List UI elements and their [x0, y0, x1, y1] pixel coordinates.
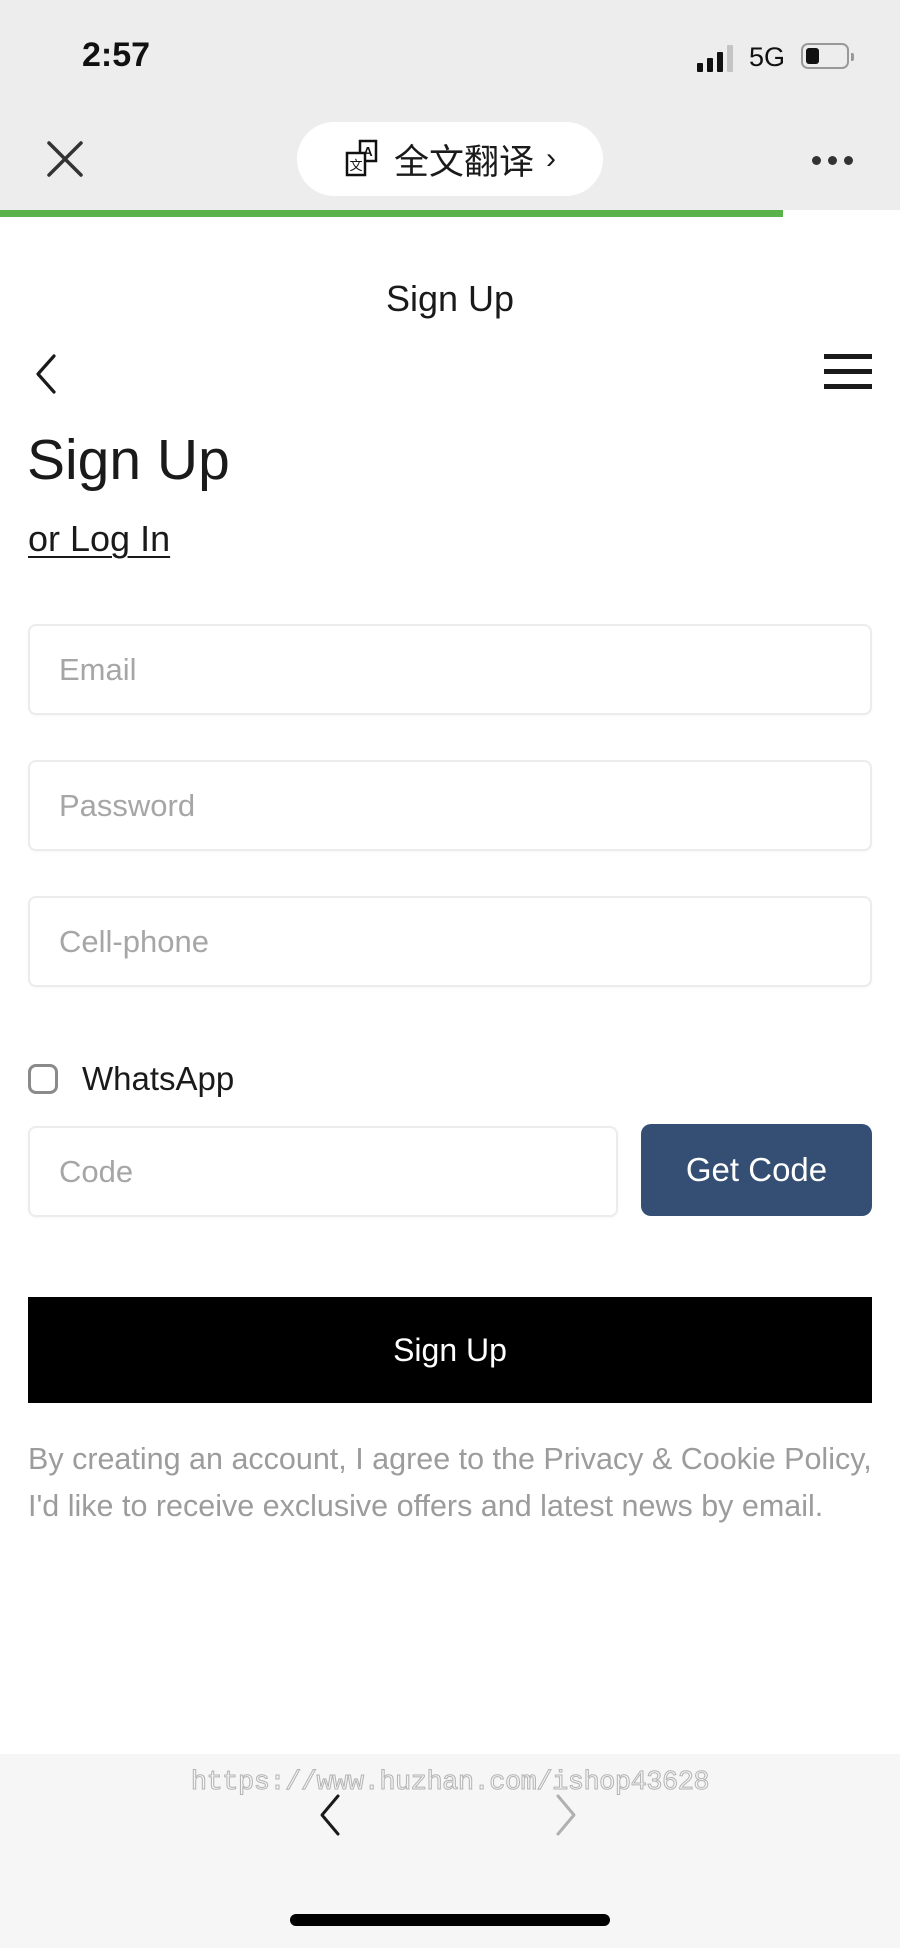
battery-icon — [801, 43, 854, 69]
close-button[interactable] — [42, 136, 88, 182]
chevron-left-icon — [36, 354, 56, 394]
more-dot-icon — [844, 155, 853, 165]
cellphone-input[interactable] — [30, 898, 870, 985]
hamburger-menu-icon — [824, 354, 872, 359]
more-options-button[interactable] — [812, 150, 858, 170]
chevron-right-icon — [556, 1794, 576, 1836]
get-code-button[interactable]: Get Code — [641, 1124, 872, 1216]
signup-heading: Sign Up — [27, 428, 230, 492]
svg-text:文: 文 — [349, 159, 362, 174]
code-field-container — [28, 1126, 618, 1217]
page-load-progress-fill — [0, 210, 783, 217]
more-dot-icon — [828, 155, 837, 165]
chevron-left-icon — [320, 1794, 340, 1836]
page-load-progress — [0, 210, 900, 217]
cellphone-field-container — [28, 896, 872, 987]
email-field-container — [28, 624, 872, 715]
watermark: https://www.huzhan.com/ishop43628 — [190, 1768, 710, 1799]
password-field-container — [28, 760, 872, 851]
email-input[interactable] — [30, 626, 870, 713]
login-link[interactable]: or Log In — [28, 518, 170, 560]
chevron-right-icon: › — [546, 142, 556, 175]
translate-icon: A 文 — [345, 139, 378, 177]
back-button[interactable] — [28, 348, 68, 396]
terms-disclaimer: By creating an account, I agree to the P… — [28, 1442, 872, 1523]
status-time: 2:57 — [82, 36, 151, 74]
translate-full-text-button[interactable]: A 文 全文翻译 › — [297, 122, 603, 196]
browser-nav-bar: A 文 全文翻译 › — [0, 100, 900, 210]
page-title: Sign Up — [385, 278, 515, 319]
browser-forward-button[interactable] — [550, 1790, 580, 1840]
hamburger-line — [824, 384, 872, 389]
whatsapp-label: WhatsApp — [82, 1060, 235, 1097]
more-dot-icon — [812, 155, 821, 165]
browser-bottom-bar: https://www.huzhan.com/ishop43628 — [0, 1754, 900, 1948]
network-type: 5G — [749, 42, 786, 72]
browser-back-button[interactable] — [316, 1790, 346, 1840]
signup-submit-button[interactable]: Sign Up — [28, 1297, 872, 1403]
whatsapp-option[interactable]: WhatsApp — [28, 1058, 234, 1100]
whatsapp-checkbox[interactable] — [28, 1064, 58, 1094]
status-bar: 2:57 5G — [0, 0, 900, 100]
code-input[interactable] — [30, 1128, 616, 1215]
close-icon — [47, 141, 83, 177]
password-input[interactable] — [30, 762, 870, 849]
translate-label: 全文翻译 — [393, 142, 534, 182]
hamburger-line — [824, 369, 872, 374]
hamburger-menu-button[interactable] — [824, 352, 874, 392]
home-indicator[interactable] — [290, 1914, 610, 1926]
signal-strength-icon — [697, 44, 737, 72]
